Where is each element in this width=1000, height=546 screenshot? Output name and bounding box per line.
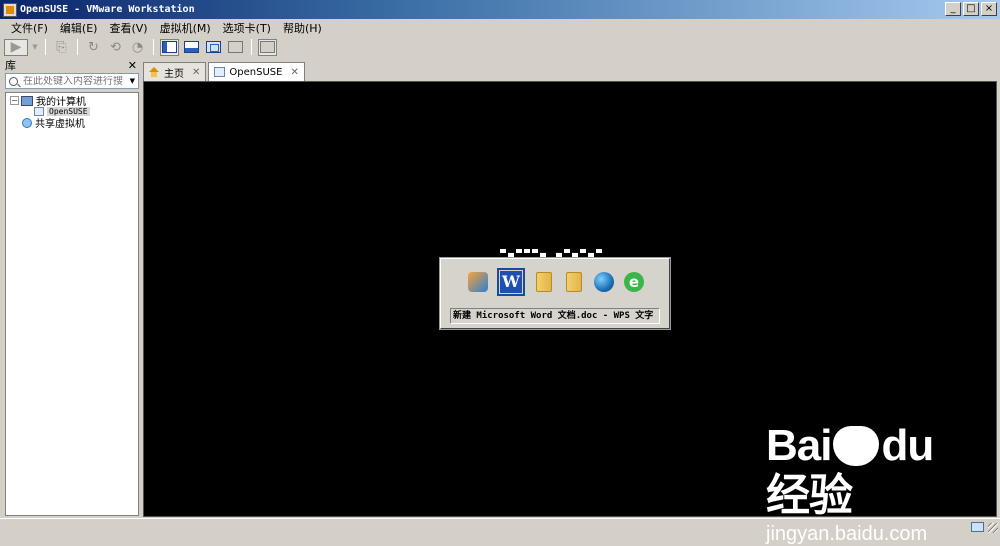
library-close-icon[interactable]: ✕ — [128, 59, 137, 72]
toolbar-separator — [45, 39, 46, 55]
search-icon — [9, 76, 18, 86]
power-on-button[interactable]: ▶ — [4, 38, 28, 56]
show-thumbnail-bar-button[interactable] — [182, 39, 201, 56]
close-button[interactable]: × — [981, 2, 997, 16]
tab-home[interactable]: 主页 ✕ — [143, 62, 207, 81]
network-globe-icon[interactable] — [593, 271, 615, 293]
tree-label-my-computer: 我的计算机 — [36, 97, 86, 108]
minimize-button[interactable]: _ — [945, 2, 961, 16]
alt-tab-switcher: W e 新建 Microsoft Word 文档.doc - WPS 文字 — [439, 257, 671, 330]
computer-icon — [21, 95, 33, 106]
power-dropdown-icon[interactable]: ▼ — [31, 39, 39, 56]
tab-close-icon[interactable]: ✕ — [192, 67, 200, 78]
vmware-app-icon — [3, 2, 17, 17]
menu-bar: 文件(F) 编辑(E) 查看(V) 虚拟机(M) 选项卡(T) 帮助(H) — [0, 19, 1000, 37]
menu-tabs[interactable]: 选项卡(T) — [217, 20, 277, 36]
qq-icon[interactable] — [467, 271, 489, 293]
search-input[interactable] — [23, 75, 123, 87]
menu-edit[interactable]: 编辑(E) — [54, 20, 104, 36]
switcher-icons: W e — [467, 268, 645, 296]
snapshot-revert-icon[interactable]: ⟲ — [106, 39, 125, 56]
window-title: OpenSUSE - VMware Workstation — [20, 4, 195, 15]
library-panel: 库 ✕ ▼ − 我的计算机 OpenSUSE 共享虚拟机 — [4, 58, 140, 517]
vm-icon — [214, 67, 226, 77]
menu-vm[interactable]: 虚拟机(M) — [154, 20, 217, 36]
menu-view[interactable]: 查看(V) — [103, 20, 153, 36]
console-view-button[interactable] — [258, 38, 277, 56]
browser-e-icon[interactable]: e — [623, 271, 645, 293]
switcher-caption: 新建 Microsoft Word 文档.doc - WPS 文字 — [450, 308, 660, 324]
home-icon — [149, 67, 160, 77]
library-header: 库 ✕ — [4, 58, 140, 73]
tree-item-my-computer[interactable]: − 我的计算机 — [6, 95, 138, 108]
watermark-logo: Bai du经验 — [766, 421, 934, 520]
tree-label-shared-vms: 共享虚拟机 — [35, 119, 85, 130]
tree-item-shared-vms[interactable]: 共享虚拟机 — [6, 117, 138, 130]
wps-writer-icon[interactable]: W — [497, 268, 525, 296]
send-ctrl-alt-del-icon[interactable]: ⎘ — [52, 39, 71, 56]
resize-grip[interactable] — [988, 523, 998, 533]
unity-mode-button[interactable] — [226, 39, 245, 56]
shared-vms-icon — [22, 117, 32, 128]
menu-file[interactable]: 文件(F) — [5, 20, 54, 36]
folder-icon[interactable] — [533, 271, 555, 293]
library-search[interactable]: ▼ — [5, 73, 139, 89]
library-title: 库 — [5, 59, 16, 72]
library-tree: − 我的计算机 OpenSUSE 共享虚拟机 — [5, 92, 139, 516]
maximize-button[interactable]: □ — [963, 2, 979, 16]
menu-help[interactable]: 帮助(H) — [277, 20, 328, 36]
console-text-fragment: ▀▄▀▀▀▄ ▄▀▄▀▄▀ — [500, 249, 605, 257]
tab-close-icon[interactable]: ✕ — [290, 67, 298, 78]
tab-strip: 主页 ✕ OpenSUSE ✕ — [143, 62, 305, 81]
search-dropdown-icon[interactable]: ▼ — [130, 77, 135, 85]
title-bar[interactable]: OpenSUSE - VMware Workstation _ □ × — [0, 0, 1000, 19]
vm-console[interactable]: ▀▄▀▀▀▄ ▄▀▄▀▄▀ W e 新建 Microsoft Word 文档.d… — [143, 81, 997, 545]
full-screen-button[interactable] — [204, 39, 223, 56]
toolbar-separator — [77, 39, 78, 55]
status-bar — [0, 518, 1000, 535]
folder-icon[interactable] — [563, 271, 585, 293]
tab-home-label: 主页 — [164, 68, 184, 80]
collapse-icon[interactable]: − — [10, 96, 19, 105]
snapshot-take-icon[interactable]: ↻ — [84, 39, 103, 56]
tab-opensuse-label: OpenSUSE — [229, 66, 283, 78]
vmware-window: OpenSUSE - VMware Workstation _ □ × 文件(F… — [0, 0, 1000, 545]
show-library-button[interactable] — [160, 38, 179, 56]
message-log-icon[interactable] — [971, 522, 984, 532]
paw-icon — [833, 426, 880, 466]
toolbar: ▶ ▼ ⎘ ↻ ⟲ ◔ — [0, 37, 1000, 57]
toolbar-separator — [153, 39, 154, 55]
toolbar-separator — [251, 39, 252, 55]
tab-opensuse[interactable]: OpenSUSE ✕ — [208, 62, 305, 81]
snapshot-manager-icon[interactable]: ◔ — [128, 39, 147, 56]
